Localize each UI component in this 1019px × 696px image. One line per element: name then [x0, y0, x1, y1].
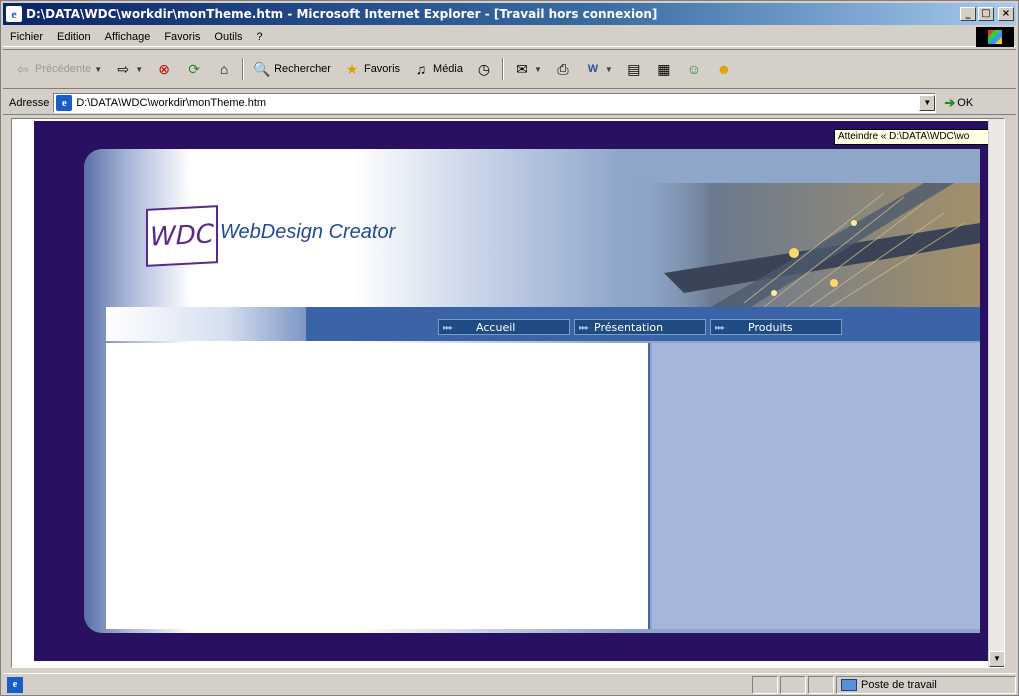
toolbar: ⇦ Précédente ▼ ⇨ ▼ ⊗ ⟳ ⌂ 🔍 Rechercher ★ … — [3, 49, 1016, 89]
media-label: Média — [433, 63, 463, 75]
menu-help[interactable]: ? — [250, 31, 270, 43]
back-button[interactable]: ⇦ Précédente ▼ — [11, 57, 105, 81]
nav-arrows-icon: ▸▸▸ — [715, 322, 725, 332]
history-icon: ◷ — [477, 60, 491, 77]
toolbar-separator — [502, 58, 504, 80]
menu-edition[interactable]: Edition — [50, 31, 98, 43]
browser-window: e D:\DATA\WDC\workdir\monTheme.htm - Mic… — [0, 0, 1019, 696]
side-content-area — [652, 343, 980, 629]
ie-icon: e — [6, 6, 22, 22]
nav-arrows-icon: ▸▸▸ — [579, 322, 589, 332]
favorites-label: Favoris — [363, 63, 401, 75]
page-viewport: WDC WebDesign Creator ▸▸▸ Accueil ▸▸▸ Pr… — [11, 118, 1005, 668]
forward-dropdown-icon[interactable]: ▼ — [135, 65, 143, 74]
refresh-icon: ⟳ — [188, 60, 200, 77]
research-button[interactable]: ▦ — [652, 57, 676, 81]
discuss-button[interactable]: ▤ — [622, 57, 646, 81]
security-zone: Poste de travail — [836, 675, 1016, 694]
forward-arrow-icon: ⇨ — [117, 60, 130, 77]
maximize-button[interactable]: □ — [978, 7, 994, 21]
nav-arrows-icon: ▸▸▸ — [443, 322, 453, 332]
address-label: Adresse — [9, 96, 50, 109]
main-content-area — [106, 343, 650, 629]
research-icon: ▦ — [657, 60, 671, 77]
windows-logo-icon — [976, 27, 1014, 47]
scroll-down-button[interactable]: ▼ — [989, 651, 1004, 667]
print-icon: ⎙ — [557, 60, 569, 77]
nav-menu: ▸▸▸ Accueil ▸▸▸ Présentation ▸▸▸ Produit… — [438, 319, 842, 335]
zone-label: Poste de travail — [861, 678, 937, 691]
title-bar: e D:\DATA\WDC\workdir\monTheme.htm - Mic… — [3, 3, 1016, 25]
smiley-icon: ☻ — [716, 61, 732, 77]
home-button[interactable]: ⌂ — [212, 57, 236, 81]
home-icon: ⌂ — [219, 61, 229, 77]
status-panel — [752, 675, 778, 694]
brand-name: WebDesign Creator — [220, 221, 396, 243]
search-icon: 🔍 — [253, 60, 271, 77]
nav-accueil-label: Accueil — [476, 320, 516, 334]
computer-icon — [841, 678, 857, 691]
nav-accueil[interactable]: ▸▸▸ Accueil — [438, 319, 570, 335]
minimize-button[interactable]: _ — [960, 7, 976, 21]
stop-button[interactable]: ⊗ — [152, 57, 176, 81]
history-button[interactable]: ◷ — [472, 57, 496, 81]
window-title: D:\DATA\WDC\workdir\monTheme.htm - Micro… — [26, 7, 658, 21]
menu-affichage[interactable]: Affichage — [98, 31, 158, 43]
bridge-photo — [624, 183, 980, 311]
address-dropdown-icon[interactable]: ▼ — [919, 94, 936, 111]
word-icon: W — [587, 63, 599, 75]
media-button[interactable]: ♫ Média — [409, 57, 466, 81]
close-button[interactable]: × — [998, 7, 1014, 21]
nav-produits-label: Produits — [748, 320, 793, 334]
status-page-icon: e — [7, 676, 23, 693]
toolbar-separator — [242, 58, 245, 80]
nav-produits[interactable]: ▸▸▸ Produits — [710, 319, 842, 335]
discuss-icon: ▤ — [627, 60, 641, 77]
search-label: Rechercher — [274, 63, 331, 75]
vertical-scrollbar[interactable]: ▼ — [988, 119, 1004, 667]
nav-presentation-label: Présentation — [594, 320, 664, 334]
back-arrow-icon: ⇦ — [17, 60, 29, 77]
edit-dropdown-icon[interactable]: ▼ — [605, 65, 613, 74]
menu-outils[interactable]: Outils — [207, 31, 249, 43]
go-button[interactable]: ➔ OK — [944, 95, 973, 111]
favorites-button[interactable]: ★ Favoris — [340, 57, 403, 81]
menu-favoris[interactable]: Favoris — [157, 31, 207, 43]
messenger-button[interactable]: ☺ — [682, 57, 706, 81]
mail-icon: ✉ — [516, 60, 528, 77]
back-dropdown-icon[interactable]: ▼ — [94, 65, 102, 74]
status-bar: e Poste de travail — [3, 673, 1016, 695]
nav-presentation[interactable]: ▸▸▸ Présentation — [574, 319, 706, 335]
wdc-logo: WDC — [146, 205, 218, 267]
go-label: OK — [957, 96, 974, 109]
page-icon: e — [56, 94, 73, 111]
navbar-fade — [106, 307, 306, 341]
forward-button[interactable]: ⇨ ▼ — [111, 57, 146, 81]
address-url[interactable]: D:\DATA\WDC\workdir\monTheme.htm — [76, 97, 919, 109]
favorites-icon: ★ — [345, 60, 359, 77]
print-button[interactable]: ⎙ — [551, 57, 575, 81]
search-button[interactable]: 🔍 Rechercher — [250, 57, 334, 81]
back-label: Précédente — [35, 63, 92, 75]
go-arrow-icon: ➔ — [944, 94, 956, 110]
mail-button[interactable]: ✉ ▼ — [510, 57, 545, 81]
menu-bar: Fichier Edition Affichage Favoris Outils… — [3, 27, 1016, 47]
media-icon: ♫ — [415, 61, 427, 77]
mail-dropdown-icon[interactable]: ▼ — [534, 65, 542, 74]
address-input[interactable]: e D:\DATA\WDC\workdir\monTheme.htm ▼ — [53, 92, 937, 113]
address-tooltip: Atteindre « D:\DATA\WDC\wo — [834, 129, 1004, 145]
refresh-button[interactable]: ⟳ — [182, 57, 206, 81]
page-background: WDC WebDesign Creator ▸▸▸ Accueil ▸▸▸ Pr… — [34, 121, 994, 661]
edit-button[interactable]: W ▼ — [581, 57, 616, 81]
address-bar: Adresse e D:\DATA\WDC\workdir\monTheme.h… — [3, 91, 1016, 115]
messenger-icon: ☺ — [686, 61, 701, 77]
status-panel — [808, 675, 834, 694]
smiley-button[interactable]: ☻ — [712, 57, 736, 81]
menu-fichier[interactable]: Fichier — [3, 31, 50, 43]
status-panel — [780, 675, 806, 694]
stop-icon: ⊗ — [158, 60, 170, 77]
